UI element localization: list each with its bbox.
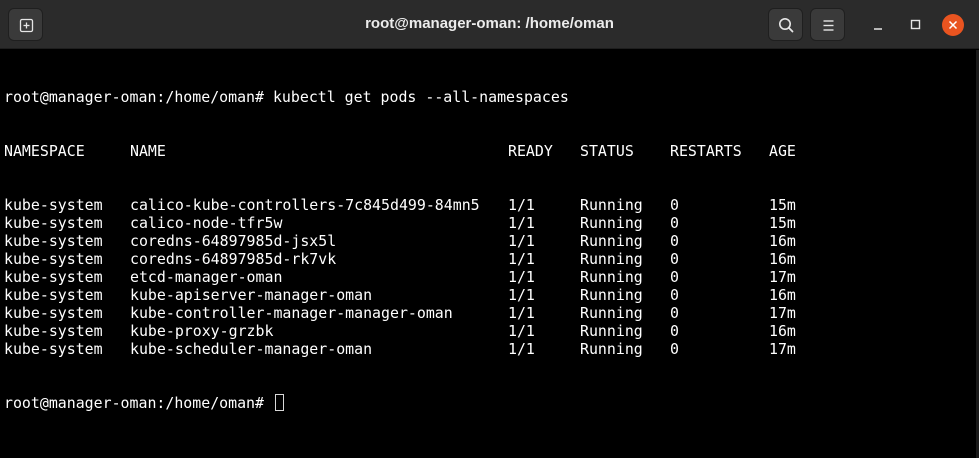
command: kubectl get pods --all-namespaces — [272, 88, 569, 106]
table-row: kube-system coredns-64897985d-jsx5l 1/1 Run… — [4, 232, 974, 250]
command-line: root@manager-oman:/home/oman# kubectl ge… — [4, 88, 974, 106]
pod-age: 17m — [769, 304, 796, 322]
pod-list: kube-system calico-kube-controllers-7c845… — [4, 196, 974, 358]
pod-age: 16m — [769, 250, 796, 268]
pod-name: calico-node-tfr5w — [130, 214, 283, 232]
pod-namespace: kube-system — [4, 196, 103, 214]
pod-age: 17m — [769, 268, 796, 286]
pod-namespace: kube-system — [4, 214, 103, 232]
header-status: STATUS — [580, 142, 634, 160]
table-row: kube-system kube-apiserver-manager-oman 1/… — [4, 286, 974, 304]
pod-namespace: kube-system — [4, 304, 103, 322]
close-button[interactable] — [942, 14, 964, 36]
pod-ready: 1/1 — [508, 250, 535, 268]
header-ready: READY — [508, 142, 553, 160]
header-namespace: NAMESPACE — [4, 142, 85, 160]
prompt: root@manager-oman:/home/oman# — [4, 394, 264, 412]
pod-restarts: 0 — [670, 322, 679, 340]
pod-status: Running — [580, 250, 643, 268]
pod-status: Running — [580, 340, 643, 358]
pod-age: 17m — [769, 340, 796, 358]
pod-age: 16m — [769, 232, 796, 250]
pod-restarts: 0 — [670, 196, 679, 214]
pod-restarts: 0 — [670, 268, 679, 286]
pod-status: Running — [580, 322, 643, 340]
pod-age: 15m — [769, 214, 796, 232]
pod-restarts: 0 — [670, 232, 679, 250]
pod-status: Running — [580, 232, 643, 250]
pod-name: kube-scheduler-manager-oman — [130, 340, 373, 358]
pod-namespace: kube-system — [4, 268, 103, 286]
table-row: kube-system kube-scheduler-manager-oman 1/… — [4, 340, 974, 358]
minimize-button[interactable] — [868, 15, 888, 35]
pod-namespace: kube-system — [4, 322, 103, 340]
pod-ready: 1/1 — [508, 196, 535, 214]
table-row: kube-system calico-kube-controllers-7c845… — [4, 196, 974, 214]
pod-restarts: 0 — [670, 214, 679, 232]
header-age: AGE — [769, 142, 796, 160]
pod-ready: 1/1 — [508, 304, 535, 322]
text-cursor — [274, 394, 284, 411]
close-icon — [948, 20, 958, 30]
pod-name: coredns-64897985d-rk7vk — [130, 250, 337, 268]
maximize-icon — [910, 19, 921, 30]
pod-name: kube-controller-manager-manager-oman — [130, 304, 453, 322]
pod-namespace: kube-system — [4, 340, 103, 358]
title-bar[interactable]: root@manager-oman: /home/oman — [0, 0, 979, 49]
table-row: kube-system calico-node-tfr5w 1/1 Running 0 1… — [4, 214, 974, 232]
pod-name: coredns-64897985d-jsx5l — [130, 232, 337, 250]
minimize-icon — [874, 28, 882, 30]
pod-status: Running — [580, 196, 643, 214]
hamburger-menu-icon — [823, 20, 834, 31]
menu-button[interactable] — [810, 8, 845, 41]
pod-restarts: 0 — [670, 286, 679, 304]
pod-restarts: 0 — [670, 304, 679, 322]
prompt: root@manager-oman:/home/oman# — [4, 88, 264, 106]
search-button[interactable] — [768, 8, 803, 41]
pod-ready: 1/1 — [508, 232, 535, 250]
pod-namespace: kube-system — [4, 250, 103, 268]
pod-restarts: 0 — [670, 250, 679, 268]
pod-ready: 1/1 — [508, 286, 535, 304]
table-row: kube-system kube-proxy-grzbk 1/1 Running 0 16… — [4, 322, 974, 340]
pod-status: Running — [580, 304, 643, 322]
pod-name: kube-proxy-grzbk — [130, 322, 274, 340]
pod-name: etcd-manager-oman — [130, 268, 283, 286]
pod-status: Running — [580, 268, 643, 286]
header-restarts: RESTARTS — [670, 142, 742, 160]
maximize-button[interactable] — [905, 15, 925, 35]
pod-restarts: 0 — [670, 340, 679, 358]
pod-ready: 1/1 — [508, 340, 535, 358]
table-row: kube-system coredns-64897985d-rk7vk 1/1 Run… — [4, 250, 974, 268]
table-row: kube-system etcd-manager-oman 1/1 Running 0 1… — [4, 268, 974, 286]
pod-ready: 1/1 — [508, 214, 535, 232]
prompt-line: root@manager-oman:/home/oman# — [4, 394, 974, 412]
pod-ready: 1/1 — [508, 268, 535, 286]
pod-namespace: kube-system — [4, 286, 103, 304]
table-row: kube-system kube-controller-manager-manag… — [4, 304, 974, 322]
pod-name: calico-kube-controllers-7c845d499-84mn5 — [130, 196, 480, 214]
pod-age: 16m — [769, 286, 796, 304]
pod-status: Running — [580, 286, 643, 304]
pod-status: Running — [580, 214, 643, 232]
search-icon — [779, 18, 794, 33]
terminal-output[interactable]: root@manager-oman:/home/oman# kubectl ge… — [4, 52, 974, 452]
pod-name: kube-apiserver-manager-oman — [130, 286, 373, 304]
pod-namespace: kube-system — [4, 232, 103, 250]
pod-age: 16m — [769, 322, 796, 340]
pod-age: 15m — [769, 196, 796, 214]
header-name: NAME — [130, 142, 166, 160]
table-header: NAMESPACE NAME READY STATUS RESTARTS AGE — [4, 142, 974, 160]
terminal-window: root@manager-oman: /home/oman root@manag… — [0, 0, 979, 458]
pod-ready: 1/1 — [508, 322, 535, 340]
